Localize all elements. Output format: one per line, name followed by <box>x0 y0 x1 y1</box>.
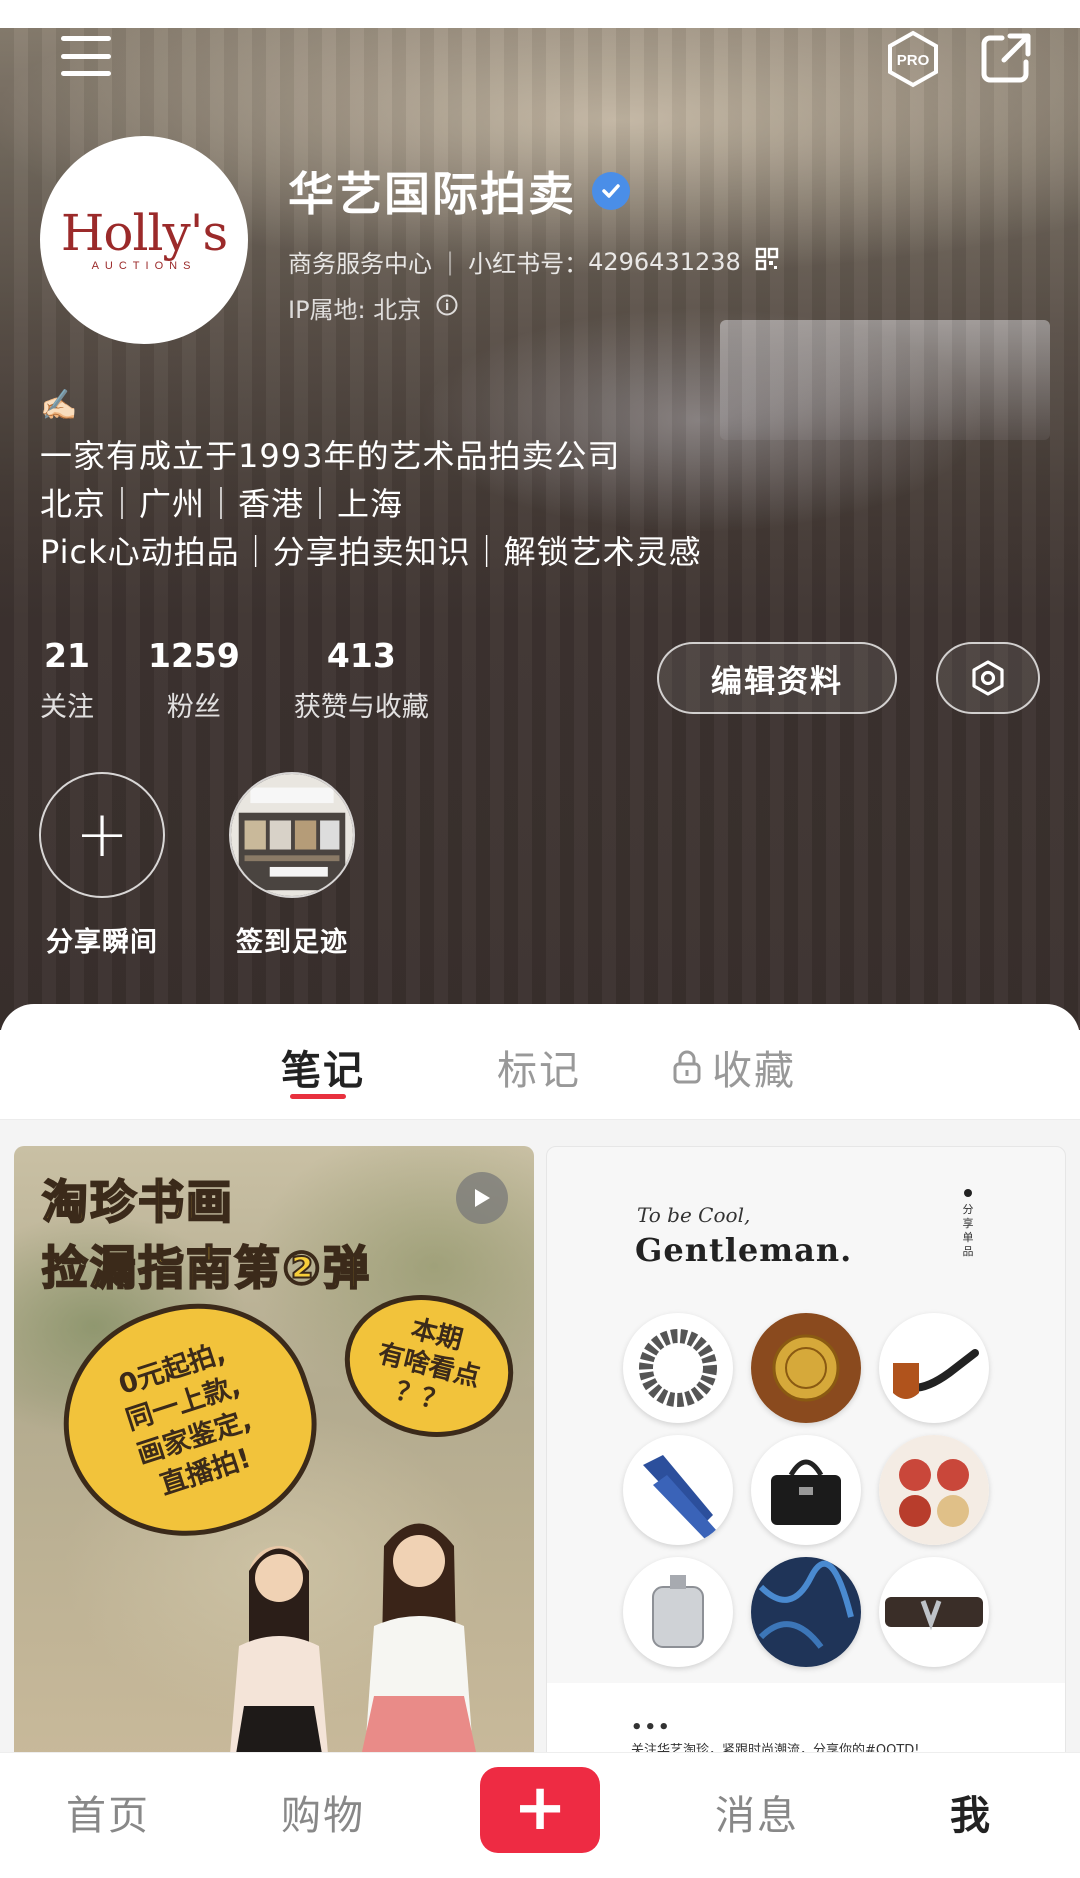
nav-me[interactable]: 我 <box>950 1783 992 1841</box>
profile-meta: 商务服务中心 | 小红书号： 4296431238 <box>288 244 779 279</box>
bio-line: 一家有成立于1993年的艺术品拍卖公司 <box>40 437 621 475</box>
tab-collections[interactable]: 收藏 <box>672 1038 796 1096</box>
vertical-label-char: 享 <box>962 1217 974 1230</box>
pro-badge-icon[interactable]: PRO <box>884 30 942 88</box>
speech-bubble: 本期 有啥看点 ？？ <box>329 1277 529 1455</box>
info-icon[interactable] <box>435 293 459 323</box>
bottom-nav: 首页 购物 + 消息 我 <box>0 1752 1080 1878</box>
product-tie <box>623 1435 733 1545</box>
settings-button[interactable] <box>936 642 1040 714</box>
product-belt <box>879 1557 989 1667</box>
nav-shopping[interactable]: 购物 <box>281 1783 365 1841</box>
menu-icon[interactable] <box>58 30 114 82</box>
product-scarf <box>751 1557 861 1667</box>
product-flask <box>623 1557 733 1667</box>
profile-name-row: 华艺国际拍卖 <box>288 158 630 224</box>
account-id-label: 小红书号： <box>468 250 589 278</box>
stat-following[interactable]: 21 关注 <box>40 636 94 724</box>
product-bracelet <box>623 1313 733 1423</box>
speech-bubble: 0元起拍, 同一上款, 画家鉴定, 直播拍! <box>34 1273 344 1569</box>
product-handbag <box>751 1435 861 1545</box>
stat-label: 粉丝 <box>166 692 221 723</box>
product-pipe <box>879 1313 989 1423</box>
bio-writing-hand-icon: ✍🏻 <box>40 388 78 423</box>
edit-profile-button[interactable]: 编辑资料 <box>657 642 897 714</box>
meta-divider: | <box>446 247 455 276</box>
profile-category[interactable]: 商务服务中心 <box>288 244 432 279</box>
profile-name: 华艺国际拍卖 <box>288 167 576 221</box>
product-cufflinks <box>879 1435 989 1545</box>
note-cover-title: 捡漏指南第②弹 <box>41 1240 371 1296</box>
tab-tagged[interactable]: 标记 <box>497 1038 581 1096</box>
avatar-logo-sub: AUCTIONS <box>91 260 197 272</box>
svg-text:PRO: PRO <box>897 52 930 69</box>
moment-label: 签到足迹 <box>236 927 348 958</box>
play-icon <box>456 1172 508 1224</box>
profile-tabs: 笔记 标记 收藏 <box>0 1004 1080 1120</box>
settings-icon <box>972 660 1004 696</box>
vertical-label-char: 单 <box>962 1231 974 1244</box>
verified-icon <box>592 172 630 210</box>
background-photo-stage <box>720 320 1050 440</box>
moment-checkin-button[interactable]: 签到足迹 <box>227 772 357 959</box>
vertical-label-char: 分 <box>962 1203 974 1216</box>
product-cigar-box <box>751 1313 861 1423</box>
nav-messages[interactable]: 消息 <box>715 1783 799 1841</box>
note-cover-headline: Gentleman. <box>635 1231 853 1269</box>
stat-value: 413 <box>326 636 396 675</box>
plus-icon: + <box>39 772 165 898</box>
tab-notes[interactable]: 笔记 <box>281 1038 365 1096</box>
active-tab-indicator <box>290 1094 346 1099</box>
person-illustration <box>229 1546 329 1760</box>
note-card[interactable]: 淘珍书画 捡漏指南第②弹 0元起拍, 同一上款, 画家鉴定, 直播拍! 本期 有… <box>14 1146 534 1760</box>
plus-icon: + <box>513 1771 567 1845</box>
moment-label: 分享瞬间 <box>46 927 158 958</box>
moment-share-button[interactable]: + 分享瞬间 <box>37 772 167 959</box>
stat-label: 获赞与收藏 <box>293 692 429 723</box>
checkin-thumbnail <box>229 772 355 898</box>
bio-line: 北京｜广州｜香港｜上海 <box>40 485 404 523</box>
note-cover-script: To be Cool, <box>637 1203 751 1227</box>
nav-home[interactable]: 首页 <box>66 1783 150 1841</box>
qr-code-icon[interactable] <box>755 247 779 277</box>
status-bar <box>0 0 1080 28</box>
note-cover-title: 淘珍书画 <box>41 1174 234 1230</box>
ip-location: IP属地: 北京 <box>288 296 422 324</box>
vertical-label-char: 品 <box>962 1245 974 1258</box>
note-card[interactable]: To be Cool, Gentleman. 分 享 单 品 ••• 关注华艺淘… <box>546 1146 1066 1760</box>
bio: 一家有成立于1993年的艺术品拍卖公司 北京｜广州｜香港｜上海 Pick心动拍品… <box>40 432 702 576</box>
bio-line: Pick心动拍品｜分享拍卖知识｜解锁艺术灵感 <box>40 533 702 571</box>
stat-label: 关注 <box>40 692 94 723</box>
stat-followers[interactable]: 1259 粉丝 <box>148 636 240 724</box>
person-illustration <box>360 1523 478 1760</box>
notes-feed: 淘珍书画 捡漏指南第②弹 0元起拍, 同一上款, 画家鉴定, 直播拍! 本期 有… <box>0 1120 1080 1760</box>
ip-location-row: IP属地: 北京 <box>288 290 459 325</box>
avatar[interactable]: Holly's AUCTIONS <box>40 136 248 344</box>
publish-button[interactable]: + <box>480 1767 600 1853</box>
stat-value: 1259 <box>148 636 240 675</box>
stat-likes-and-saves[interactable]: 413 获赞与收藏 <box>294 636 429 724</box>
lock-icon <box>673 1050 701 1084</box>
share-icon[interactable] <box>980 32 1032 84</box>
profile-stats: 21 关注 1259 粉丝 413 获赞与收藏 <box>40 636 483 724</box>
stat-value: 21 <box>44 636 90 675</box>
content-panel: 笔记 标记 收藏 淘珍书画 捡漏指南第②弹 0元起拍, 同一上款, 画家鉴定, … <box>0 1004 1080 1878</box>
avatar-logo-text: Holly's <box>60 204 228 262</box>
tab-collections-label: 收藏 <box>712 1048 796 1094</box>
vertical-label: 分 享 单 品 <box>961 1189 975 1259</box>
account-id-value: 4296431238 <box>588 247 741 276</box>
card-dots: ••• <box>631 1717 672 1738</box>
